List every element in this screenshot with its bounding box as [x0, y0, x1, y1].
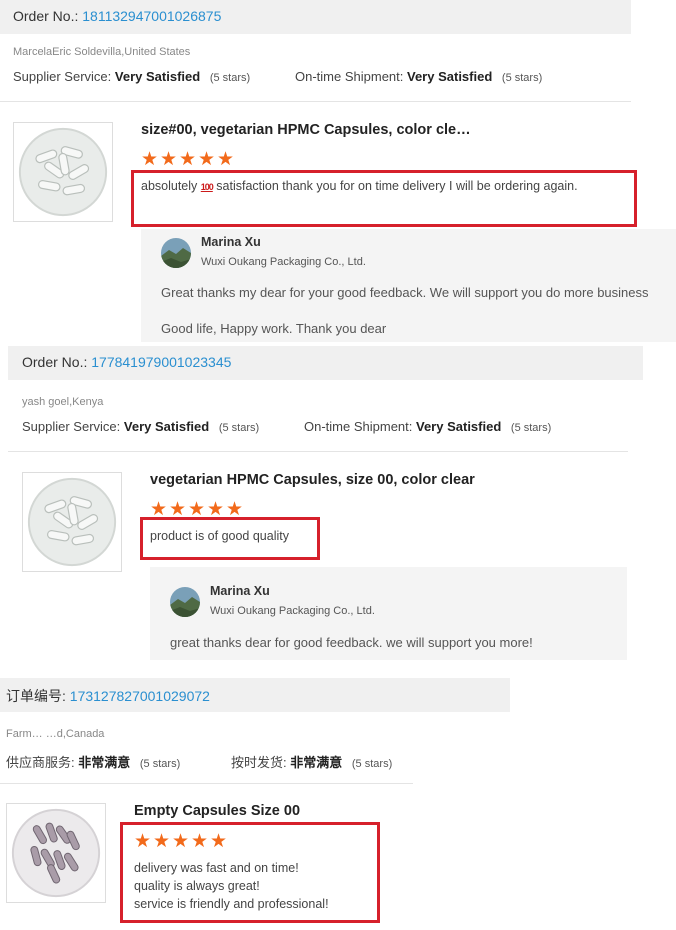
star-icon: ★: [191, 831, 209, 852]
product-image[interactable]: [6, 803, 106, 903]
hundred-points-icon: 100: [200, 182, 214, 192]
star-icon: ★: [150, 499, 168, 520]
buyer-info: Farm… …d,Canada: [6, 728, 105, 740]
seller-avatar: [170, 587, 200, 617]
product-title-link[interactable]: vegetarian HPMC Capsules, size 00, color…: [150, 472, 475, 488]
review-text: quality is always great!: [134, 879, 260, 893]
star-rating: ★ ★ ★ ★ ★: [141, 149, 235, 170]
star-rating: ★ ★ ★ ★ ★: [150, 499, 244, 520]
star-icon: ★: [179, 149, 197, 170]
product-image[interactable]: [22, 472, 122, 572]
seller-name: Marina Xu: [210, 584, 270, 598]
star-icon: ★: [153, 831, 171, 852]
silver-capsules-photo: [11, 808, 101, 898]
supplier-service-rating: Supplier Service: Very Satisfied (5 star…: [22, 419, 260, 434]
seller-avatar: [161, 238, 191, 268]
order-label: Order No.:: [22, 354, 88, 370]
order-label: 订单编号:: [6, 688, 66, 704]
order-number-link[interactable]: 173127827001029072: [70, 688, 210, 704]
divider: [0, 783, 413, 784]
buyer-info: yash goel,Kenya: [22, 396, 104, 408]
product-title-link[interactable]: Empty Capsules Size 00: [134, 803, 300, 819]
supplier-service-rating: 供应商服务: 非常满意 (5 stars): [6, 755, 181, 770]
reply-text: Good life, Happy work. Thank you dear: [161, 321, 387, 336]
company-name: Wuxi Oukang Packaging Co., Ltd.: [210, 605, 375, 617]
clear-capsules-photo: [18, 127, 108, 217]
order-number-link[interactable]: 177841979001023345: [91, 354, 231, 370]
review-text: delivery was fast and on time!: [134, 861, 299, 875]
order-label: Order No.:: [13, 8, 79, 24]
product-title-link[interactable]: size#00, vegetarian HPMC Capsules, color…: [141, 122, 471, 138]
star-icon: ★: [172, 831, 190, 852]
seller-reply: Marina Xu Wuxi Oukang Packaging Co., Ltd…: [141, 229, 676, 342]
review-text: absolutely 100 satisfaction thank you fo…: [141, 179, 578, 193]
order-header: Order No.: 181132947001026875: [0, 0, 631, 34]
seller-reply: Marina Xu Wuxi Oukang Packaging Co., Ltd…: [150, 567, 627, 660]
order-header: 订单编号: 173127827001029072: [0, 678, 510, 712]
star-icon: ★: [141, 149, 159, 170]
reply-text: Great thanks my dear for your good feedb…: [161, 285, 649, 300]
reply-text: great thanks dear for good feedback. we …: [170, 635, 533, 650]
clear-capsules-photo: [27, 477, 117, 567]
star-icon: ★: [226, 499, 244, 520]
star-rating: ★ ★ ★ ★ ★: [134, 831, 228, 852]
star-icon: ★: [134, 831, 152, 852]
shipment-rating: 按时发货: 非常满意 (5 stars): [231, 755, 393, 770]
divider: [8, 451, 628, 452]
star-icon: ★: [169, 499, 187, 520]
order-header: Order No.: 177841979001023345: [8, 346, 643, 380]
star-icon: ★: [207, 499, 225, 520]
review-text: service is friendly and professional!: [134, 897, 329, 911]
order-number-link[interactable]: 181132947001026875: [82, 8, 221, 24]
star-icon: ★: [188, 499, 206, 520]
shipment-rating: On-time Shipment: Very Satisfied (5 star…: [295, 69, 543, 84]
review-text: product is of good quality: [150, 529, 289, 543]
star-icon: ★: [217, 149, 235, 170]
seller-name: Marina Xu: [201, 235, 261, 249]
shipment-rating: On-time Shipment: Very Satisfied (5 star…: [304, 419, 552, 434]
buyer-info: MarcelaEric Soldevilla,United States: [13, 46, 191, 58]
star-icon: ★: [210, 831, 228, 852]
star-icon: ★: [160, 149, 178, 170]
star-icon: ★: [198, 149, 216, 170]
supplier-service-rating: Supplier Service: Very Satisfied (5 star…: [13, 69, 251, 84]
divider: [0, 101, 631, 102]
company-name: Wuxi Oukang Packaging Co., Ltd.: [201, 256, 366, 268]
product-image[interactable]: [13, 122, 113, 222]
